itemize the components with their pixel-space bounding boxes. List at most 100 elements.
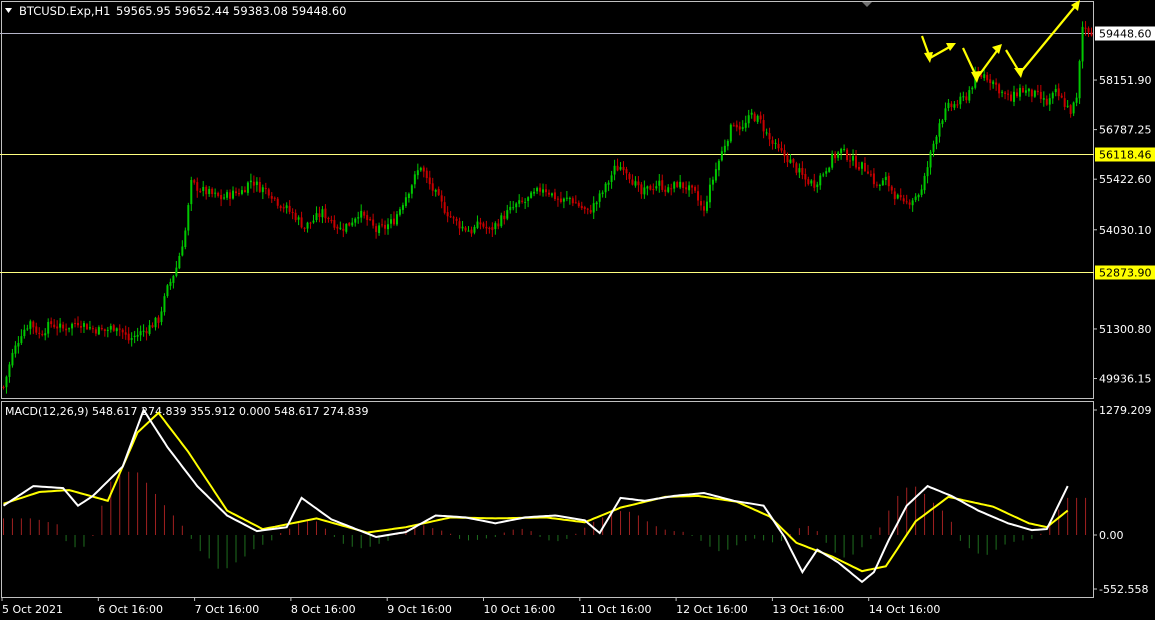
time-tick-label: 14 Oct 16:00 xyxy=(869,603,941,616)
candle-body xyxy=(995,82,998,85)
histogram-bar xyxy=(74,535,76,548)
candle-body xyxy=(372,219,375,226)
candle-body xyxy=(896,194,899,199)
candle-body xyxy=(145,331,148,334)
macd-tick-label: 0.00 xyxy=(1099,529,1124,542)
candle-body xyxy=(17,342,20,347)
candle-body xyxy=(38,332,41,334)
candle-body xyxy=(1066,105,1069,107)
candle-body xyxy=(661,180,664,190)
histogram-bar xyxy=(521,528,523,536)
candle-body xyxy=(246,182,249,193)
candle-body xyxy=(321,209,324,218)
macd-tick-label: 1279.209 xyxy=(1099,404,1152,417)
candle-body xyxy=(410,185,413,194)
candle-body xyxy=(324,208,327,219)
candle-body xyxy=(360,210,363,218)
histogram-bar xyxy=(628,511,630,536)
histogram-bar xyxy=(673,531,675,536)
candle-body xyxy=(11,352,14,366)
candle-body xyxy=(1051,92,1054,99)
candle-body xyxy=(866,171,869,174)
candle-body xyxy=(741,127,744,129)
candle-body xyxy=(708,184,711,203)
candle-body xyxy=(804,173,807,180)
candle-body xyxy=(1060,95,1063,98)
candle-body xyxy=(220,195,223,200)
candle-body xyxy=(1004,92,1007,94)
candle-body xyxy=(160,311,163,322)
candle-body xyxy=(732,125,735,127)
candle-body xyxy=(151,325,154,328)
candle-body xyxy=(112,325,115,331)
histogram-bar xyxy=(83,535,85,547)
candle-body xyxy=(470,229,473,234)
candle-body xyxy=(747,115,750,124)
candle-body xyxy=(1018,87,1021,97)
candle-body xyxy=(1087,28,1090,33)
candle-body xyxy=(229,192,232,199)
candle-body xyxy=(68,328,71,330)
candle-body xyxy=(959,96,962,105)
candle-body xyxy=(926,167,929,177)
candle-body xyxy=(691,185,694,188)
candle-body xyxy=(986,74,989,81)
candle-body xyxy=(273,197,276,199)
candle-body xyxy=(580,205,583,209)
candle-body xyxy=(461,226,464,229)
macd-tick-label: -552.558 xyxy=(1099,583,1148,596)
candle-body xyxy=(333,220,336,228)
histogram-bar xyxy=(897,495,899,536)
candle-body xyxy=(279,206,282,208)
candle-body xyxy=(753,113,756,122)
candle-body xyxy=(524,201,527,203)
trading-chart[interactable]: BTCUSD.Exp,H1 59565.95 59652.44 59383.08… xyxy=(0,0,1155,620)
candle-body xyxy=(649,185,652,190)
price-tick-label: 56787.25 xyxy=(1099,124,1152,137)
candle-body xyxy=(44,333,47,336)
histogram-bar xyxy=(1031,535,1033,539)
histogram-bar xyxy=(235,535,237,563)
candle-body xyxy=(858,166,861,170)
candle-body xyxy=(1001,91,1004,93)
candle-body xyxy=(71,323,74,329)
candle-body xyxy=(780,148,783,151)
histogram-bar xyxy=(226,535,228,569)
candle-body xyxy=(208,188,211,195)
histogram-bar xyxy=(485,535,487,539)
candle-body xyxy=(422,167,425,172)
candle-body xyxy=(840,148,843,154)
candle-body xyxy=(720,151,723,161)
candle-body xyxy=(828,167,831,172)
candle-body xyxy=(565,197,568,199)
candle-body xyxy=(917,194,920,198)
candle-body xyxy=(855,156,858,168)
histogram-bar xyxy=(110,481,112,536)
candle-body xyxy=(345,223,348,232)
candle-body xyxy=(1030,89,1033,97)
candle-body xyxy=(500,215,503,227)
candle-body xyxy=(5,376,8,388)
level-price-box: 56118.46 xyxy=(1095,147,1155,162)
candle-body xyxy=(59,323,62,328)
candle-body xyxy=(172,276,175,283)
candle-body xyxy=(539,187,542,192)
histogram-bar xyxy=(1040,533,1042,536)
histogram-bar xyxy=(459,535,461,539)
candle-body xyxy=(604,183,607,193)
histogram-bar xyxy=(754,535,756,539)
histogram-bar xyxy=(244,535,246,557)
histogram-bar xyxy=(172,515,174,536)
candle-body xyxy=(297,217,300,220)
candle-body xyxy=(193,180,196,183)
candle-body xyxy=(1072,102,1075,114)
candle-body xyxy=(303,227,306,229)
candle-body xyxy=(1021,87,1024,93)
candle-body xyxy=(428,177,431,185)
candle-body xyxy=(497,223,500,227)
candle-body xyxy=(902,198,905,202)
histogram-bar xyxy=(65,535,67,542)
candle-body xyxy=(944,108,947,121)
histogram-bar xyxy=(128,471,130,536)
candle-body xyxy=(619,167,622,170)
